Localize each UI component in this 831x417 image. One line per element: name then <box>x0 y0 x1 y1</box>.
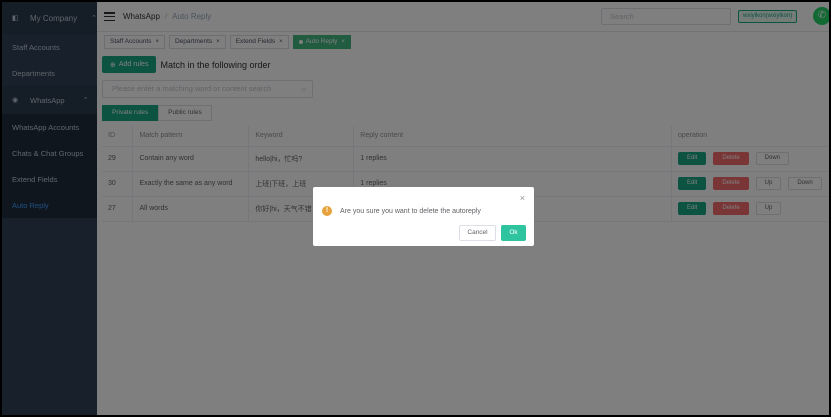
dialog-message: Are you sure you want to delete the auto… <box>340 207 481 215</box>
close-icon[interactable]: × <box>520 193 525 203</box>
app-frame: ◧ My Company ⌃ Staff Accounts Department… <box>2 2 829 415</box>
confirm-dialog: × ! Are you sure you want to delete the … <box>313 187 534 246</box>
warning-icon: ! <box>322 206 332 216</box>
cancel-button[interactable]: Cancel <box>459 225 496 241</box>
ok-button[interactable]: Ok <box>501 225 526 241</box>
